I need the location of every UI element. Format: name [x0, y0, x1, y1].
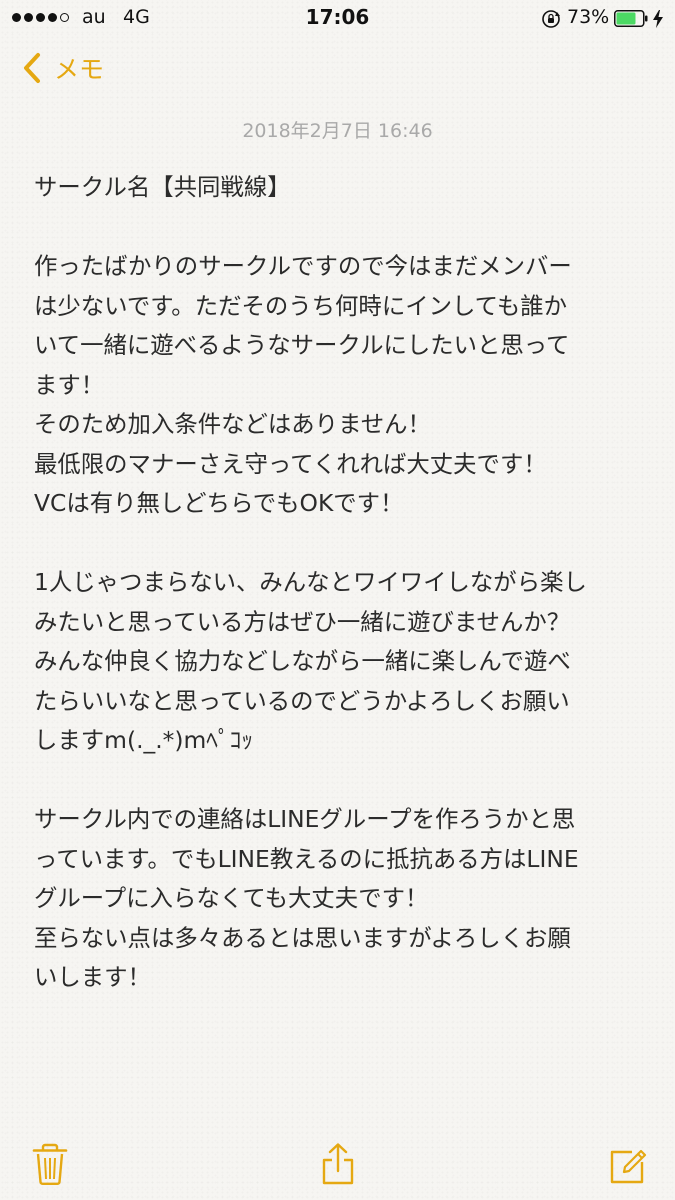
- note-body[interactable]: サークル名【共同戦線】 作ったばかりのサークルですので今はまだメンバー は少ない…: [34, 168, 654, 998]
- note-line: VCは有り無しどちらでもOKです！: [34, 489, 404, 517]
- chevron-left-icon: [24, 53, 40, 83]
- note-line: いします！: [34, 963, 151, 991]
- note-line: グループに入らなくても大丈夫です！: [34, 884, 429, 912]
- back-button-label: メモ: [54, 55, 105, 84]
- trash-icon[interactable]: [30, 1142, 70, 1186]
- note-line: 1人じゃつまらない、みんなとワイワイしながら楽し: [34, 568, 587, 596]
- note-line: 最低限のマナーさえ守ってくれれば大丈夫です！: [34, 449, 547, 478]
- compose-icon[interactable]: [608, 1142, 648, 1186]
- note-line: みたいと思っている方はぜひ一緒に遊びませんか？: [34, 607, 571, 636]
- battery-icon: [614, 10, 648, 27]
- note-line: 作ったばかりのサークルですので今はまだメンバー: [34, 252, 572, 280]
- note-line: [34, 208, 654, 248]
- note-line: っています。でもLINE教えるのに抵抗ある方はLINE: [34, 844, 579, 873]
- note-line: サークル名【共同戦線】: [34, 173, 291, 201]
- note-line: たらいいなと思っているのでどうかよろしくお願い: [34, 686, 570, 715]
- note-line: いて一緒に遊べるようなサークルにしたいと思って: [34, 331, 570, 359]
- back-button[interactable]: メモ: [22, 50, 104, 86]
- note-line: ます！: [34, 370, 105, 399]
- note-line: 至らない点は多々あるとは思いますがよろしくお願: [34, 923, 571, 952]
- note-line: [34, 524, 654, 564]
- bottom-toolbar: [0, 1130, 675, 1200]
- charging-icon: [653, 10, 663, 28]
- note-line: みんな仲良く協力などしながら一緒に楽しんで遊べ: [34, 647, 571, 675]
- note-date: 2018年2月7日 16:46: [242, 120, 433, 142]
- note-line: [34, 761, 654, 801]
- note-line: サークル内での連絡はLINEグループを作ろうかと思: [34, 805, 576, 833]
- battery-percent: 73%: [567, 6, 610, 28]
- status-bar: au 4G 17:06 73%: [0, 0, 675, 38]
- note-line: そのため加入条件などはありません！: [34, 410, 431, 438]
- note-line: は少ないです。ただそのうち何時にインしても誰か: [34, 291, 568, 320]
- note-line: しますm(._.*)mﾍﾟｺｯ: [34, 726, 254, 754]
- share-icon[interactable]: [318, 1142, 358, 1186]
- orientation-lock-icon: [542, 10, 560, 28]
